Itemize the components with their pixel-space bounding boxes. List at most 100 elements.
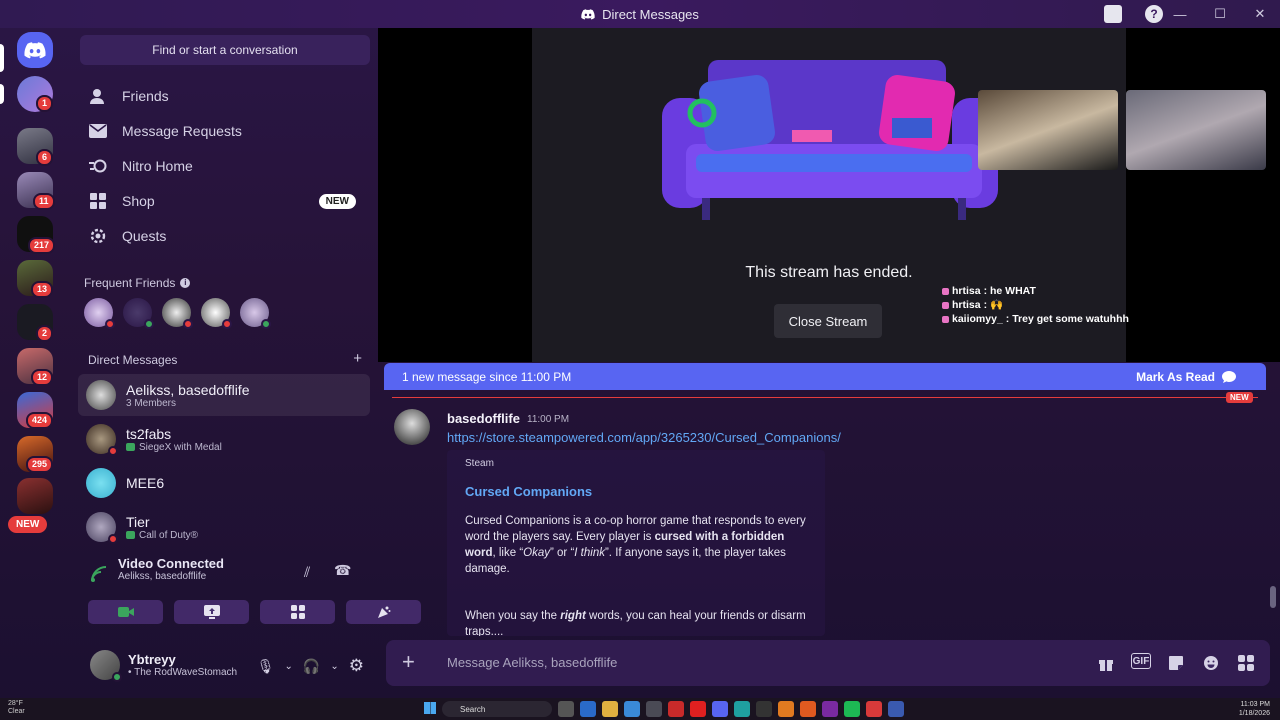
username: Ybtreyy <box>128 652 176 667</box>
nav-quests[interactable]: Quests <box>80 219 370 253</box>
task-view-icon[interactable] <box>558 701 574 717</box>
chrome-icon[interactable] <box>866 701 882 717</box>
mark-as-read-button[interactable]: Mark As Read <box>1136 370 1236 384</box>
author-avatar[interactable] <box>394 409 430 445</box>
friend-avatar[interactable] <box>201 298 232 329</box>
maximize-button[interactable]: ☐ <box>1200 6 1240 22</box>
minimize-button[interactable]: — <box>1160 7 1200 22</box>
friend-avatar[interactable] <box>240 298 271 329</box>
nav-nitro-home[interactable]: Nitro Home <box>80 149 370 183</box>
gif-icon[interactable]: GIF <box>1131 653 1151 669</box>
headphones-icon[interactable]: 🎧 <box>303 658 320 675</box>
user-avatar[interactable] <box>90 650 122 682</box>
app-icon[interactable] <box>690 701 706 717</box>
selected-indicator <box>0 44 4 72</box>
chat-line: hrtisa: he WHAT <box>942 284 1129 298</box>
game-controller-icon <box>126 531 135 539</box>
close-stream-button[interactable]: Close Stream <box>774 304 882 338</box>
taskbar-search[interactable]: Search <box>442 701 552 717</box>
chat-user: kaiiomyy_ <box>952 313 1003 325</box>
firefox-icon[interactable] <box>800 701 816 717</box>
app-icon[interactable] <box>668 701 684 717</box>
weather-widget[interactable]: 28°F Clear <box>8 700 25 716</box>
apps-icon[interactable] <box>1236 653 1256 673</box>
unread-badge: 424 <box>26 412 54 429</box>
dm-item[interactable]: MEE6 <box>78 462 370 504</box>
gift-icon[interactable] <box>1096 653 1116 673</box>
user-avatar <box>86 424 118 456</box>
mark-read-icon <box>1222 370 1236 383</box>
dm-item[interactable]: Tier Call of Duty® <box>78 506 370 548</box>
taskbar-search-label: Search <box>460 704 486 714</box>
unread-badge: 2 <box>36 325 54 342</box>
windows-start-icon[interactable] <box>424 702 436 714</box>
app-icon[interactable] <box>646 701 662 717</box>
message-author[interactable]: basedofflife <box>447 411 520 426</box>
chat-text: : he WHAT <box>983 285 1036 297</box>
app-icon[interactable] <box>580 701 596 717</box>
friend-avatar[interactable] <box>162 298 193 329</box>
home-button[interactable] <box>17 32 53 68</box>
friend-avatar[interactable] <box>123 298 154 329</box>
camera-button[interactable] <box>88 600 163 624</box>
signal-icon[interactable] <box>90 565 108 583</box>
file-explorer-icon[interactable] <box>602 701 618 717</box>
activities-button[interactable] <box>260 600 335 624</box>
couch-illustration <box>662 60 998 220</box>
unread-badge: 13 <box>31 281 54 298</box>
app-icon[interactable] <box>778 701 794 717</box>
gear-icon[interactable]: ⚙ <box>349 656 364 676</box>
embed-provider[interactable]: Steam <box>465 458 811 469</box>
edge-icon[interactable] <box>734 701 750 717</box>
soundboard-button[interactable] <box>346 600 421 624</box>
screen-share-button[interactable] <box>174 600 249 624</box>
microphone-icon[interactable]: 🎙 <box>257 658 275 675</box>
dm-item[interactable]: Aelikss, basedofflife 3 Members <box>78 374 370 416</box>
stream-viewer: This stream has ended. Close Stream hrti… <box>378 28 1280 362</box>
create-dm-icon[interactable]: + <box>353 351 362 367</box>
status-dot <box>112 672 122 682</box>
sticker-icon[interactable] <box>1166 653 1186 673</box>
embed-text: When you say the <box>465 610 561 622</box>
app-icon[interactable] <box>822 701 838 717</box>
new-servers-pill[interactable]: NEW <box>8 516 48 533</box>
nav-friends[interactable]: Friends <box>80 79 370 113</box>
friends-icon <box>88 86 108 106</box>
close-window-button[interactable]: ✕ <box>1240 6 1280 22</box>
nav-message-requests[interactable]: Message Requests <box>80 114 370 148</box>
new-messages-bar[interactable]: 1 new message since 11:00 PM Mark As Rea… <box>384 363 1266 390</box>
frequent-friends-heading: Frequent Friends i <box>84 276 191 290</box>
discord-taskbar-icon[interactable] <box>712 701 728 717</box>
server-icon[interactable] <box>17 478 53 514</box>
app-icon[interactable] <box>624 701 640 717</box>
voice-panel: Video Connected Aelikss, basedofflife ⫽ … <box>78 548 421 638</box>
noise-suppression-icon[interactable]: ⫽ <box>304 564 310 581</box>
friend-avatar[interactable] <box>84 298 115 329</box>
embed-text: ” or “ <box>550 547 575 559</box>
message-input[interactable]: Message Aelikss, basedofflife <box>447 655 617 670</box>
app-icon[interactable] <box>888 701 904 717</box>
disconnect-icon[interactable]: ☎ <box>334 562 351 579</box>
nav-shop[interactable]: Shop NEW <box>80 184 370 218</box>
inbox-icon[interactable] <box>1104 5 1122 23</box>
nav-friends-label: Friends <box>122 88 169 104</box>
app-icon[interactable] <box>756 701 772 717</box>
emoji-icon[interactable] <box>1201 653 1221 673</box>
embed-text-italic: I think <box>574 547 605 559</box>
chevron-down-icon[interactable]: ⌄ <box>285 661 293 672</box>
status-dot <box>105 319 115 329</box>
spotify-icon[interactable] <box>844 701 860 717</box>
message-link[interactable]: https://store.steampowered.com/app/32652… <box>447 430 841 445</box>
server-rail: 1 6 11 217 13 2 12 424 295 NEW <box>0 28 72 698</box>
embed-title[interactable]: Cursed Companions <box>465 484 811 499</box>
voice-channel[interactable]: Aelikss, basedofflife <box>118 571 224 582</box>
find-conversation-button[interactable]: Find or start a conversation <box>80 35 370 65</box>
chevron-down-icon[interactable]: ⌄ <box>330 661 338 672</box>
upload-plus-icon[interactable]: + <box>402 651 415 673</box>
stream-ended-text: This stream has ended. <box>745 264 913 281</box>
info-icon[interactable]: i <box>180 278 191 288</box>
title-bar: Direct Messages ? — ☐ ✕ <box>0 0 1280 28</box>
scrollbar-thumb[interactable] <box>1270 586 1276 608</box>
system-clock[interactable]: 11:03 PM 1/18/2026 <box>1239 700 1270 718</box>
dm-item[interactable]: ts2fabs SiegeX with Medal <box>78 418 370 460</box>
